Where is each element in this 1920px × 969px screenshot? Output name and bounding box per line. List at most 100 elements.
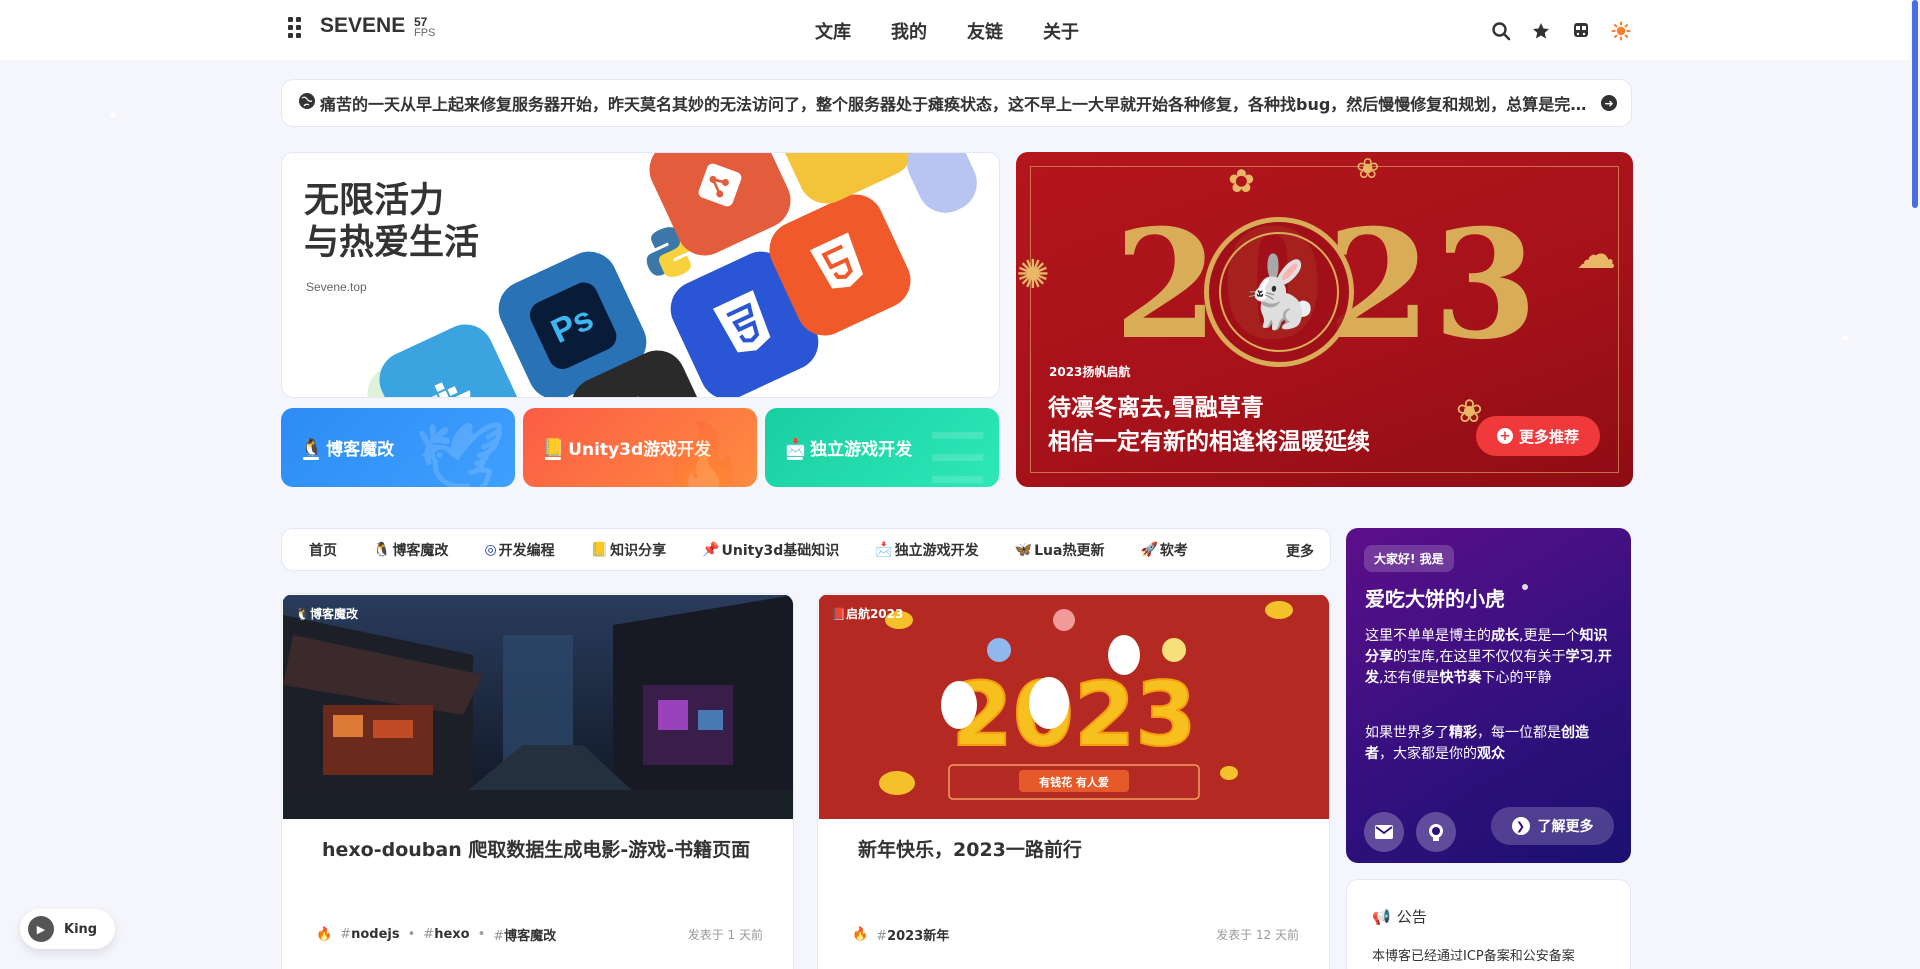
catbar-label: 博客魔改	[392, 542, 449, 559]
post-tags: 🔥 #2023新年	[852, 925, 949, 944]
brand[interactable]: SEVENE	[288, 14, 405, 38]
bird-decoration-icon: 🕊	[416, 418, 505, 487]
random-post-icon[interactable]	[1530, 20, 1552, 42]
catbar-unity-basics[interactable]: 📌 Unity3d基础知识	[702, 540, 839, 560]
fps-label: FPS	[414, 27, 436, 39]
subway-icon[interactable]	[1570, 20, 1592, 42]
category-unity3d-button[interactable]: 📒 Unity3d游戏开发 🔥	[523, 408, 757, 487]
catbar-lua[interactable]: 🦋 Lua热更新	[1015, 540, 1105, 560]
arrow-right-icon: ❯	[1511, 817, 1530, 835]
cloud-icon: ☁	[1576, 232, 1616, 278]
flower-icon: ✿	[1228, 162, 1255, 200]
theme-toggle-sun-icon[interactable]	[1610, 20, 1632, 42]
site-name[interactable]: SEVENE	[320, 14, 405, 38]
main-nav: 文库 我的 友链 关于	[815, 18, 1079, 44]
post-card[interactable]: 有钱花 有人爱 2023 📕启航2023 新年快乐，2023一路前行 🔥 #20…	[817, 593, 1330, 969]
mailbox-icon: 📩	[785, 437, 807, 458]
plus-circle-icon: +	[1496, 428, 1513, 444]
more-recommend-button[interactable]: + 更多推荐	[1476, 416, 1600, 456]
rabbit-medal-icon: 🐇	[1204, 217, 1354, 367]
nav-library[interactable]: 文库	[815, 18, 851, 44]
catbar-label: 首页	[309, 542, 337, 559]
catbar-indie-game[interactable]: 📩 独立游戏开发	[875, 540, 978, 560]
catbar-label: 知识分享	[610, 542, 667, 559]
page-scrollbar[interactable]	[1910, 0, 1920, 969]
separator: •	[477, 927, 486, 942]
list-decoration-icon: ☰	[926, 418, 989, 487]
post-category-chip[interactable]: 📕启航2023	[831, 605, 903, 622]
catbar-label: 独立游戏开发	[894, 542, 979, 559]
fire-icon: 🔥	[852, 927, 869, 942]
separator: •	[407, 927, 416, 942]
post-title[interactable]: 新年快乐，2023一路前行	[858, 835, 1082, 862]
post-category-chip[interactable]: 🐧博客魔改	[295, 605, 358, 622]
fire-decoration-icon: 🔥	[659, 418, 747, 487]
learn-more-button[interactable]: ❯ 了解更多	[1491, 807, 1614, 845]
post-title[interactable]: hexo-douban 爬取数据生成电影-游戏-书籍页面	[322, 835, 750, 862]
post-date: 发表于 1 天前	[687, 928, 763, 942]
catbar-dev[interactable]: ◎ 开发编程	[484, 540, 554, 560]
hero-banner-right[interactable]: ✿ ❀ ✺ ☁ ❀ 2023 🐇 2023扬帆启航 待凛冬离去,雪融草青 相信一…	[1016, 152, 1633, 487]
search-icon[interactable]	[1490, 20, 1512, 42]
book-icon: 📒	[590, 541, 609, 558]
catbar-label: 软考	[1159, 542, 1188, 559]
penguin-icon: 🐧	[295, 607, 310, 621]
bulletin-card: 📢 公告 本博客已经通过ICP备案和公安备案	[1346, 879, 1631, 969]
author-name[interactable]: 爱吃大饼的小虎	[1365, 583, 1505, 612]
category-indie-game-button[interactable]: 📩 独立游戏开发 ☰	[765, 408, 999, 487]
catbar-blog-mod[interactable]: 🐧 博客魔改	[373, 540, 448, 560]
sparkle-decoration	[110, 112, 116, 118]
header-actions	[1490, 20, 1632, 42]
megaphone-icon: 📢	[1372, 907, 1391, 926]
post-category-label: 博客魔改	[309, 607, 358, 621]
category-blog-mod-button[interactable]: 🐧 博客魔改 🕊	[281, 408, 515, 487]
post-card[interactable]: 🐧博客魔改 hexo-douban 爬取数据生成电影-游戏-书籍页面 🔥 #no…	[281, 593, 794, 969]
fire-icon: 🔥	[316, 927, 333, 942]
category-bar: 首页 🐧 博客魔改 ◎ 开发编程 📒 知识分享 📌 Unity3d基础知识 📩 独立游戏开…	[281, 528, 1331, 571]
bulletin-body: 本博客已经通过ICP备案和公安备案	[1372, 949, 1575, 964]
email-icon[interactable]	[1364, 812, 1404, 852]
banner-tag: 2023扬帆启航	[1049, 365, 1131, 379]
announcement-bar[interactable]: 痛苦的一天从早上起来修复服务器开始，昨天莫名其妙的无法访问了，整个服务器处于瘫痪…	[281, 79, 1632, 127]
penguin-icon: 🐧	[301, 437, 323, 458]
post-tag[interactable]: #nodejs	[340, 927, 399, 942]
underline	[787, 457, 803, 460]
catbar-home[interactable]: 首页	[309, 540, 337, 560]
hero-banner-left[interactable]: 无限活力 与热爱生活 Sevene.top Ps ✕	[281, 152, 1000, 398]
fps-counter: 57 FPS	[414, 16, 436, 39]
nav-friend-links[interactable]: 友链	[967, 18, 1003, 44]
music-player[interactable]: ▶ King	[20, 909, 116, 949]
post-tag[interactable]: #2023新年	[876, 925, 949, 944]
catbar-more[interactable]: 更多	[1280, 541, 1314, 561]
post-tag[interactable]: #博客魔改	[493, 925, 556, 944]
play-icon[interactable]: ▶	[28, 916, 54, 942]
hero-title-line2: 与热爱生活	[304, 223, 480, 263]
menu-grid-icon[interactable]	[288, 17, 306, 38]
catbar-label: Unity3d基础知识	[721, 542, 840, 559]
post-tag[interactable]: #hexo	[423, 927, 469, 942]
catbar-knowledge[interactable]: 📒 知识分享	[591, 540, 666, 560]
catbar-label: 开发编程	[498, 542, 555, 559]
more-recommend-label: 更多推荐	[1518, 427, 1579, 446]
arrow-right-icon[interactable]: ➜	[1601, 95, 1617, 111]
catbar-exam[interactable]: 🚀 软考	[1140, 540, 1187, 560]
banner-line2: 相信一定有新的相逢将温暖延续	[1048, 429, 1370, 455]
github-icon[interactable]	[1416, 812, 1456, 852]
flower-icon: ❀	[1356, 152, 1380, 185]
scrollbar-thumb[interactable]	[1912, 0, 1918, 208]
pin-icon: 📌	[702, 541, 720, 558]
underline	[545, 457, 561, 460]
author-intro-2: 如果世界多了精彩，每一位都是创造者，大家都是你的观众	[1365, 725, 1589, 762]
nav-mine[interactable]: 我的	[891, 18, 927, 44]
globe-icon	[298, 92, 316, 115]
post-cover-image[interactable]: 有钱花 有人爱 2023 📕启航2023	[819, 595, 1329, 819]
butterfly-icon: 🦋	[1014, 541, 1033, 558]
nav-about[interactable]: 关于	[1043, 18, 1079, 44]
partial-tile-icon	[897, 153, 987, 222]
post-category-label: 启航2023	[845, 607, 904, 621]
author-card: 大家好! 我是 爱吃大饼的小虎 这里不单单是博主的成长,更是一个知识分享的宝库,…	[1346, 528, 1631, 863]
hero-title: 无限活力 与热爱生活	[304, 180, 479, 264]
author-intro: 这里不单单是博主的成长,更是一个知识分享的宝库,在这里不仅仅有关于学习,开发,还…	[1365, 628, 1612, 686]
sparkle-decoration	[1522, 584, 1528, 590]
post-cover-image[interactable]: 🐧博客魔改	[283, 595, 793, 819]
